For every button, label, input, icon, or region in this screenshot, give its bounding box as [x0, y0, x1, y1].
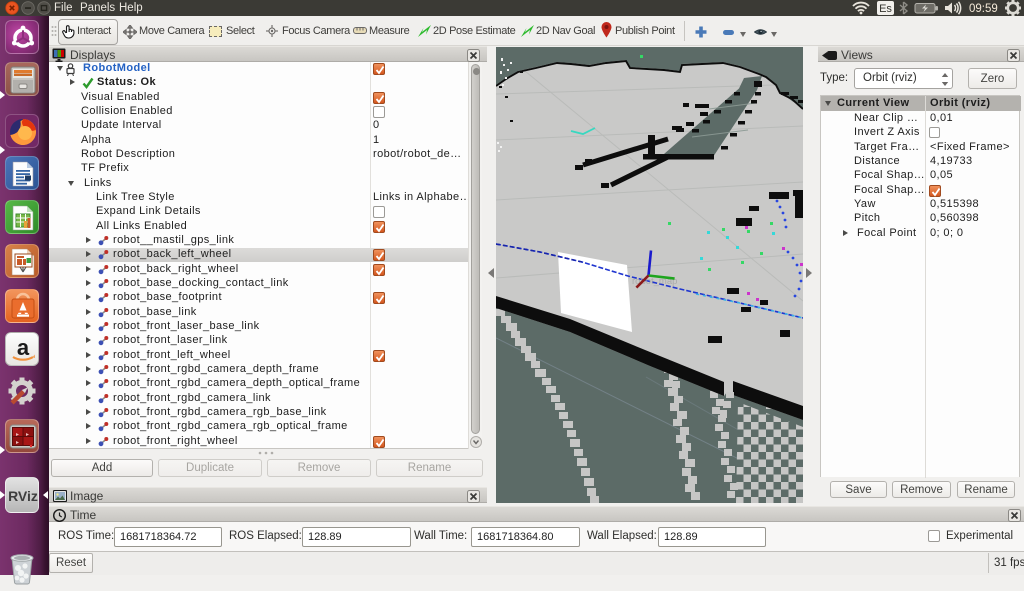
svg-text:Es: Es — [879, 3, 892, 15]
svg-text:a: a — [17, 335, 30, 360]
svg-text:09:59: 09:59 — [969, 3, 998, 15]
svg-text:RViz: RViz — [8, 488, 38, 504]
